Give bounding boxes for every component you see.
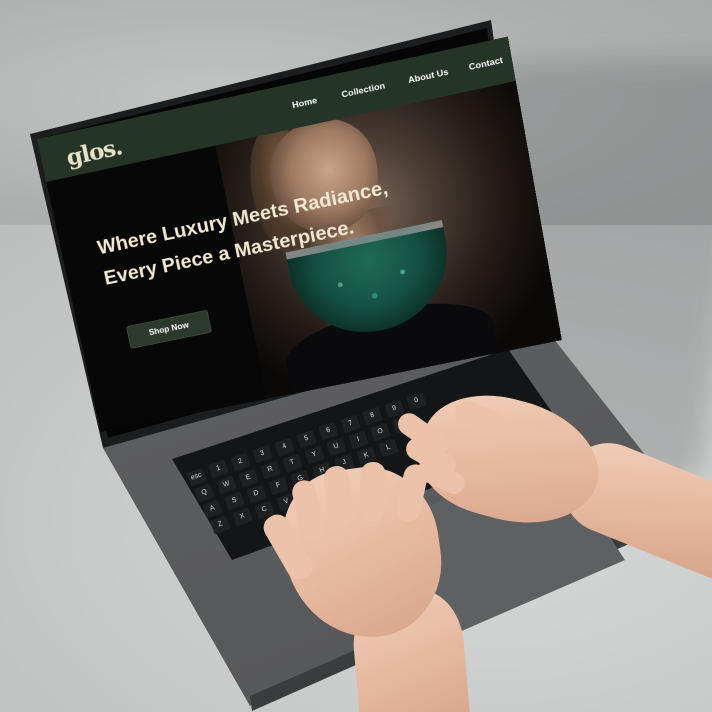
photo-scene: esc1234567890QWERTYUIOPASDFGHJKLZXCVBNM …: [0, 0, 712, 712]
brand-logo[interactable]: glos.: [64, 134, 124, 171]
nav-home[interactable]: Home: [291, 95, 318, 111]
left-finger: [358, 461, 387, 523]
nav-contact[interactable]: Contact: [468, 55, 504, 73]
nav-collection[interactable]: Collection: [341, 81, 386, 101]
shop-now-button[interactable]: Shop Now: [126, 309, 212, 349]
nav-about-us[interactable]: About Us: [407, 67, 449, 86]
